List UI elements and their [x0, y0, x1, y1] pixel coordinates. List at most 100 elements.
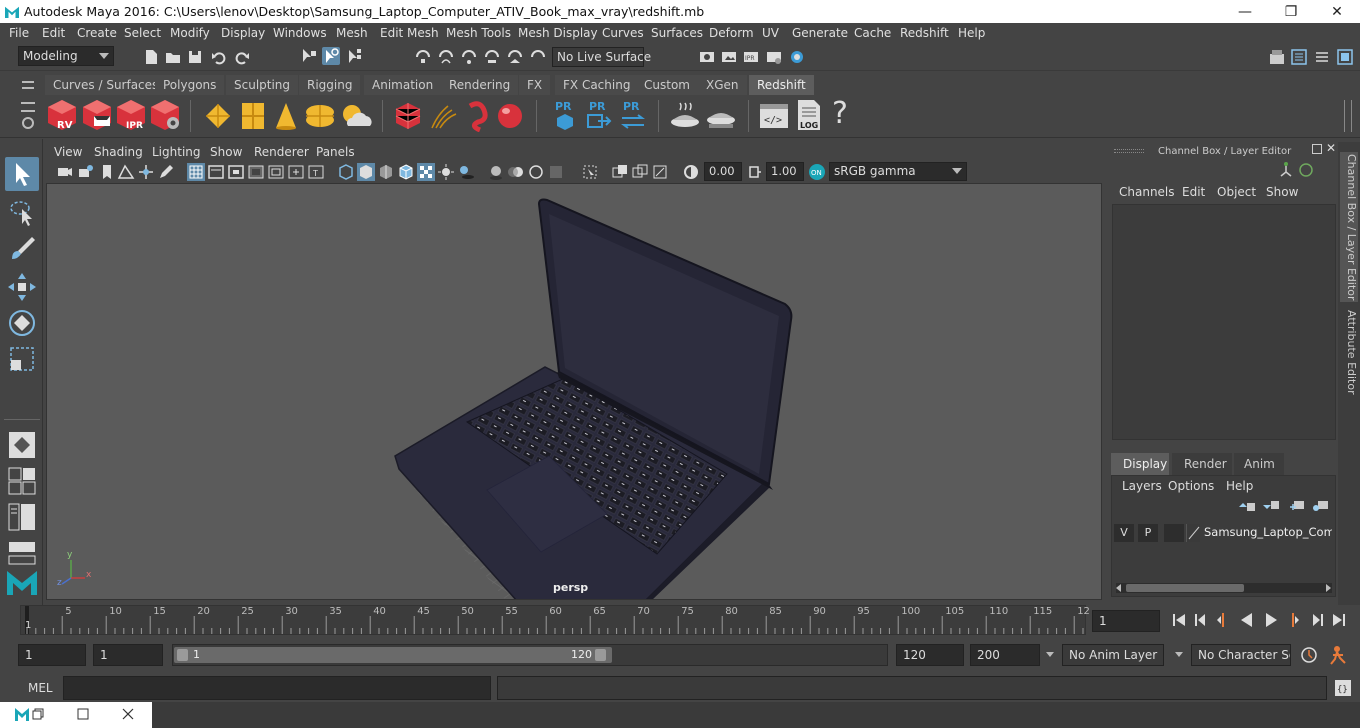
gate-mask-icon[interactable] [247, 163, 265, 181]
menu-mesh-display[interactable]: Mesh Display [518, 26, 598, 40]
pr-object-icon[interactable]: PR [550, 98, 580, 132]
new-layer-icon[interactable] [1288, 499, 1306, 513]
channels-menu[interactable]: Channels [1119, 185, 1175, 199]
exposure-icon[interactable] [682, 163, 700, 181]
menu-edit[interactable]: Edit [42, 26, 65, 40]
float-panel-icon[interactable] [1312, 144, 1322, 154]
pr-convert-icon[interactable]: PR [618, 98, 648, 132]
redshift-log-icon[interactable]: LOG [794, 98, 824, 132]
redshift-proxy-icon[interactable] [392, 100, 424, 132]
tab-channel-box-layer-editor[interactable]: Channel Box / Layer Editor [1340, 152, 1358, 302]
redshift-bake-settings-icon[interactable] [704, 100, 738, 132]
redshift-portal-light-icon[interactable] [238, 100, 268, 132]
motion-blur-icon[interactable] [507, 163, 525, 181]
show-menu[interactable]: Show [1266, 185, 1298, 199]
anim-layer-field[interactable]: No Anim Layer [1062, 644, 1164, 666]
tab-xgen[interactable]: XGen [698, 75, 747, 95]
redshift-hair-icon[interactable] [426, 100, 460, 132]
go-to-end-icon[interactable] [1330, 611, 1348, 629]
snap-to-view-plane-icon[interactable] [483, 48, 501, 66]
playback-end-field[interactable]: 120 [896, 644, 964, 666]
play-forwards-icon[interactable] [1262, 611, 1280, 629]
redshift-ipr-icon[interactable]: IPR [114, 98, 148, 132]
scene-end-field[interactable]: 200 [970, 644, 1040, 666]
use-all-lights-icon[interactable] [437, 163, 455, 181]
scene-start-field[interactable]: 1 [18, 644, 86, 666]
safe-title-icon[interactable]: T [307, 163, 325, 181]
layer-visibility-toggle[interactable]: V [1114, 524, 1134, 542]
command-input[interactable] [63, 676, 491, 700]
grease-pencil-icon[interactable] [157, 163, 175, 181]
perspective-viewport[interactable]: y x z persp [46, 183, 1102, 600]
isolate-select-icon[interactable] [581, 163, 599, 181]
layers-menu[interactable]: Layers [1122, 479, 1162, 493]
scroll-thumb[interactable] [1126, 584, 1244, 592]
new-layer-from-selection-icon[interactable] [1312, 499, 1330, 513]
pr-export-icon[interactable]: PR [584, 98, 614, 132]
scroll-left-icon[interactable] [1116, 584, 1121, 592]
menu-deform[interactable]: Deform [709, 26, 754, 40]
select-by-hierarchy-icon[interactable] [300, 47, 318, 65]
wireframe-on-shaded-icon[interactable] [397, 163, 415, 181]
help-menu[interactable]: Help [1226, 479, 1253, 493]
select-tool-button[interactable] [5, 157, 39, 191]
range-slider-handle[interactable] [174, 647, 612, 663]
menu-cache[interactable]: Cache [854, 26, 891, 40]
menu-generate[interactable]: Generate [792, 26, 848, 40]
snap-to-grid-icon[interactable] [414, 48, 432, 66]
menu-edit-mesh[interactable]: Edit Mesh [380, 26, 439, 40]
minimize-button[interactable]: — [1222, 0, 1268, 23]
film-gate-icon[interactable] [207, 163, 225, 181]
redshift-dome-light-icon[interactable] [302, 100, 338, 132]
anti-aliasing-icon[interactable] [527, 163, 545, 181]
four-view-layout-icon[interactable] [8, 467, 36, 495]
script-editor-icon[interactable]: {} [1333, 678, 1353, 698]
panel-menu-lighting[interactable]: Lighting [152, 145, 201, 159]
redshift-material-sphere-icon[interactable] [494, 100, 526, 132]
menu-select[interactable]: Select [124, 26, 161, 40]
image-plane-icon[interactable] [117, 163, 135, 181]
ipr-render-icon[interactable]: IPR [742, 48, 760, 66]
maximize-icon[interactable] [77, 708, 89, 720]
render-view-icon[interactable] [698, 48, 716, 66]
render-current-frame-icon[interactable] [720, 48, 738, 66]
panel-menu-show[interactable]: Show [210, 145, 242, 159]
step-forward-key-icon[interactable] [1284, 611, 1302, 629]
range-end-grip[interactable] [595, 649, 606, 661]
depth-of-field-icon[interactable] [547, 163, 565, 181]
panel-menu-shading[interactable]: Shading [94, 145, 143, 159]
exposure-field[interactable]: 0.00 [704, 162, 742, 181]
color-management-icon[interactable]: ON [807, 162, 827, 182]
smooth-shade-icon[interactable] [357, 163, 375, 181]
redshift-render-icon[interactable] [80, 98, 114, 132]
panel-menu-panels[interactable]: Panels [316, 145, 355, 159]
menu-mesh[interactable]: Mesh [336, 26, 368, 40]
gamma-field[interactable]: 1.00 [766, 162, 804, 181]
play-backwards-icon[interactable] [1238, 611, 1256, 629]
menu-surfaces[interactable]: Surfaces [651, 26, 703, 40]
camera-attributes-icon[interactable] [77, 163, 95, 181]
scale-tool-icon[interactable] [6, 343, 38, 375]
xray-active-components-icon[interactable] [651, 163, 669, 181]
layer-name[interactable]: Samsung_Laptop_Compu [1204, 525, 1332, 539]
time-slider[interactable]: 1 5 10 15 20 25 30 35 40 45 50 55 60 65 70 75 80 85 90 95 1… [0, 605, 1360, 637]
tab-animation[interactable]: Animation [364, 75, 442, 95]
paint-select-tool-icon[interactable] [6, 233, 38, 265]
menu-display[interactable]: Display [221, 26, 265, 40]
modeling-toolkit-icon[interactable] [1268, 48, 1286, 66]
safe-action-icon[interactable] [287, 163, 305, 181]
tab-curves-surfaces[interactable]: Curves / Surfaces [45, 75, 167, 95]
character-set-field[interactable]: No Character Set [1191, 644, 1291, 666]
layer-playback-toggle[interactable]: P [1138, 524, 1158, 542]
open-scene-icon[interactable] [164, 48, 182, 66]
command-language-label[interactable]: MEL [28, 681, 53, 695]
tab-polygons[interactable]: Polygons [155, 75, 225, 95]
anim-layer-chevron-icon[interactable] [1046, 652, 1054, 657]
menu-help[interactable]: Help [958, 26, 985, 40]
options-menu[interactable]: Options [1168, 479, 1214, 493]
shelf-scroll-icon[interactable] [1344, 100, 1352, 132]
live-surface-field[interactable]: No Live Surface [552, 47, 651, 67]
tab-display[interactable]: Display [1111, 453, 1169, 475]
shelf-tabs-menu-icon[interactable] [21, 102, 35, 112]
new-scene-icon[interactable] [142, 48, 160, 66]
